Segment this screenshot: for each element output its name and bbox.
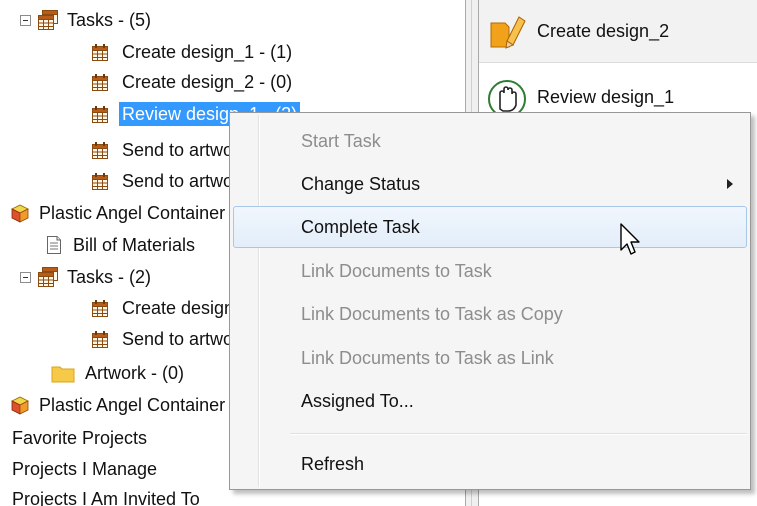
task-card-label: Create design_2: [537, 20, 670, 41]
collapse-toggle-icon[interactable]: [20, 271, 31, 283]
menu-item-refresh[interactable]: Refresh: [233, 443, 747, 485]
tree-node-label: Bill of Materials: [73, 235, 196, 255]
menu-item-label: Refresh: [301, 453, 365, 474]
menu-item-label: Link Documents to Task: [301, 260, 492, 281]
menu-item-assigned-to[interactable]: Assigned To...: [233, 380, 747, 422]
tree-node-label: Artwork - (0): [85, 363, 184, 383]
tree-node-label: Tasks - (5): [67, 10, 152, 30]
tree-node-label: Favorite Projects: [12, 428, 148, 448]
menu-item-label: Change Status: [301, 173, 421, 194]
tree-node-label: Plastic Angel Container: [39, 203, 226, 223]
tree-node-favorite-projects[interactable]: Favorite Projects: [9, 425, 150, 451]
tree-node-tasks[interactable]: Tasks - (5): [20, 7, 154, 33]
tree-node-label: Projects I Manage: [12, 459, 158, 479]
tree-node-label: Plastic Angel Container: [39, 395, 226, 415]
tree-node-task[interactable]: Create design: [90, 295, 237, 321]
mouse-pointer-icon: [620, 223, 640, 255]
tree-node-bom[interactable]: Bill of Materials: [44, 232, 198, 258]
task-card-label: Review design_1: [537, 86, 675, 107]
task-calendar-icon: [92, 74, 108, 91]
tasks-calendar-icon: [38, 267, 58, 287]
task-calendar-icon: [92, 173, 108, 190]
submenu-arrow-icon: [727, 179, 733, 189]
tree-node-task[interactable]: Send to artwork: [90, 326, 251, 352]
tree-node-projects-i-manage[interactable]: Projects I Manage: [9, 456, 160, 482]
product-box-icon: [10, 395, 30, 415]
tree-node-label: Create design: [122, 298, 235, 318]
context-menu: Start Task Change Status Complete Task L…: [229, 112, 751, 490]
tree-node-project[interactable]: Plastic Angel Container: [10, 200, 228, 226]
tasks-calendar-icon: [38, 10, 58, 30]
tree-node-label: Create design_1 - (1): [122, 42, 293, 62]
menu-item-link-documents[interactable]: Link Documents to Task: [233, 250, 747, 292]
tree-node-task[interactable]: Create design_2 - (0): [90, 69, 295, 95]
product-box-icon: [10, 203, 30, 223]
tree-node-label: Tasks - (2): [67, 267, 152, 287]
collapse-toggle-icon[interactable]: [20, 14, 31, 26]
tree-node-folder[interactable]: Artwork - (0): [50, 360, 187, 386]
menu-item-label: Start Task: [301, 130, 381, 151]
tree-node-task[interactable]: Send to artwork: [90, 168, 251, 194]
tree-node-tasks[interactable]: Tasks - (2): [20, 264, 154, 290]
menu-item-complete-task[interactable]: Complete Task: [233, 206, 747, 248]
menu-item-change-status[interactable]: Change Status: [233, 163, 747, 205]
tree-node-label: Create design_2 - (0): [122, 72, 293, 92]
folder-icon: [50, 363, 76, 383]
task-calendar-icon: [92, 142, 108, 159]
tree-node-task[interactable]: Send to artwork: [90, 137, 251, 163]
menu-item-start-task[interactable]: Start Task: [233, 120, 747, 162]
task-calendar-icon: [92, 331, 108, 348]
tree-node-project[interactable]: Plastic Angel Container: [10, 392, 228, 418]
menu-item-link-documents-link[interactable]: Link Documents to Task as Link: [233, 337, 747, 379]
document-icon: [44, 235, 64, 255]
menu-item-label: Assigned To...: [301, 390, 414, 411]
tree-node-label: Projects I Am Invited To: [12, 489, 200, 506]
task-card[interactable]: Create design_2: [479, 0, 757, 63]
menu-item-label: Complete Task: [301, 216, 420, 237]
task-calendar-icon: [92, 44, 108, 61]
menu-item-link-documents-copy[interactable]: Link Documents to Task as Copy: [233, 293, 747, 335]
tree-node-task[interactable]: Create design_1 - (1): [90, 39, 295, 65]
task-calendar-icon: [92, 106, 108, 123]
tree-node-projects-invited[interactable]: Projects I Am Invited To: [9, 486, 203, 506]
task-calendar-icon: [92, 300, 108, 317]
menu-separator: [290, 433, 747, 435]
menu-item-label: Link Documents to Task as Link: [301, 347, 554, 368]
menu-item-label: Link Documents to Task as Copy: [301, 303, 563, 324]
pencil-task-icon: [490, 16, 526, 49]
